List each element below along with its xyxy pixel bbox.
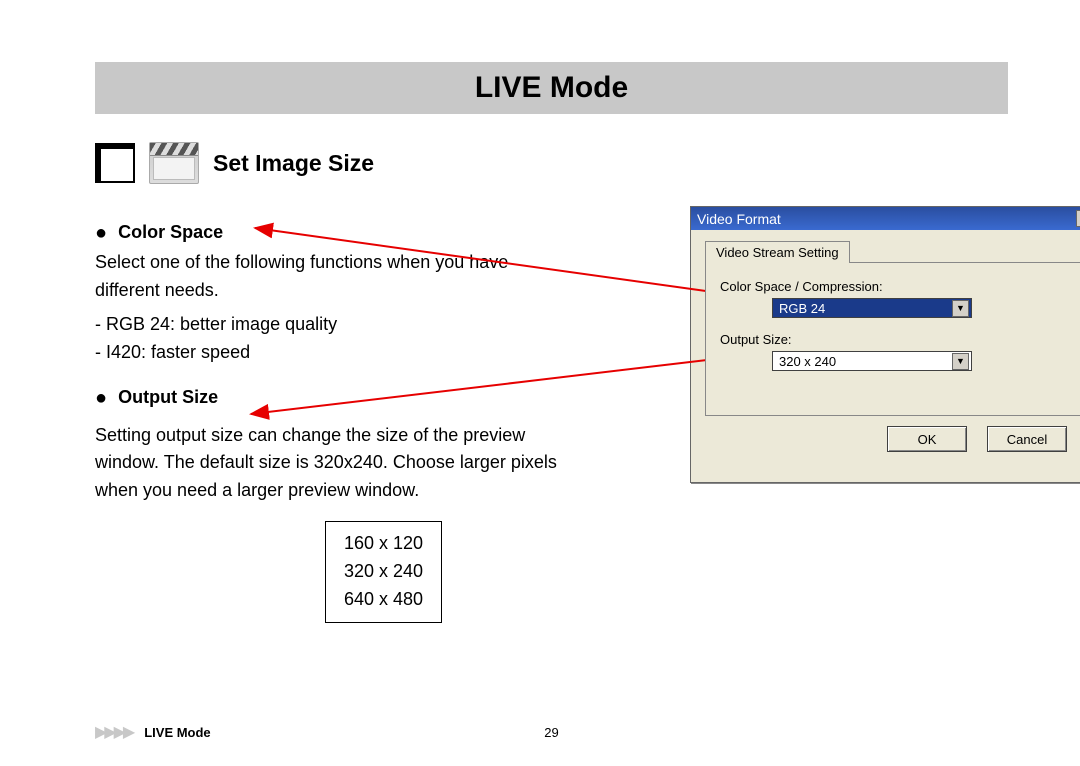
output-size-heading: Output Size (118, 384, 218, 412)
page-footer: ▶▶▶▶ LIVE Mode 29 (95, 722, 1008, 742)
size-option-1: 320 x 240 (344, 558, 423, 586)
cancel-button[interactable]: Cancel (987, 426, 1067, 452)
combo-color-space[interactable]: RGB 24 ▼ (772, 298, 972, 318)
square-frame-icon (95, 143, 135, 183)
text-column: ● Color Space Select one of the followin… (95, 214, 575, 623)
bullet-icon: ● (95, 387, 107, 409)
combo-color-space-value: RGB 24 (779, 301, 825, 316)
size-options-box: 160 x 120 320 x 240 640 x 480 (325, 521, 442, 623)
clapper-icon (149, 142, 199, 184)
video-format-dialog: Video Format × Video Stream Setting Colo… (690, 206, 1080, 483)
ok-button[interactable]: OK (887, 426, 967, 452)
color-space-opt2: I420: faster speed (95, 339, 575, 367)
chevron-down-icon[interactable]: ▼ (952, 300, 969, 317)
dialog-title: Video Format (697, 211, 781, 227)
output-size-heading-row: ● Output Size (95, 383, 575, 414)
output-size-desc: Setting output size can change the size … (95, 422, 575, 506)
section-title: Set Image Size (213, 150, 374, 177)
combo-output-size-value: 320 x 240 (779, 354, 836, 369)
size-option-2: 640 x 480 (344, 586, 423, 614)
chevron-trail-icon: ▶▶▶▶ (95, 722, 132, 742)
close-icon[interactable]: × (1076, 210, 1080, 227)
content-area: ● Color Space Select one of the followin… (95, 214, 1008, 623)
dialog-titlebar: Video Format × (691, 207, 1080, 230)
size-option-0: 160 x 120 (344, 530, 423, 558)
combo-output-size[interactable]: 320 x 240 ▼ (772, 351, 972, 371)
tab-video-stream-setting[interactable]: Video Stream Setting (705, 241, 850, 263)
color-space-desc: Select one of the following functions wh… (95, 249, 575, 305)
color-space-heading: Color Space (118, 219, 223, 247)
page-header: LIVE Mode (95, 62, 1008, 114)
label-output-size: Output Size: (720, 332, 1072, 347)
footer-section-title: LIVE Mode (144, 725, 210, 740)
color-space-heading-row: ● Color Space (95, 218, 575, 249)
page-header-title: LIVE Mode (475, 71, 628, 105)
color-space-opt1: RGB 24: better image quality (95, 311, 575, 339)
section-title-row: Set Image Size (95, 142, 1008, 184)
page-number: 29 (544, 725, 558, 740)
label-color-space: Color Space / Compression: (720, 279, 1072, 294)
bullet-icon: ● (95, 222, 107, 244)
chevron-down-icon[interactable]: ▼ (952, 353, 969, 370)
